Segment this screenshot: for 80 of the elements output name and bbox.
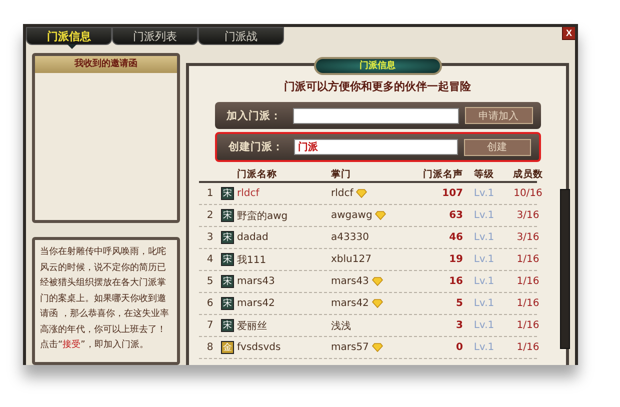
level-cell-text: Lv.1 [472, 210, 496, 221]
accept-link[interactable]: 接受 [62, 340, 81, 350]
reputation-cell-text: 63 [448, 210, 463, 221]
leader-name: mars42 [331, 298, 369, 309]
level-cell-text: Lv.1 [472, 320, 496, 331]
guild-name[interactable]: fvsdsvds [237, 342, 331, 353]
rank-cell-text: 2 [206, 210, 214, 221]
level-cell-text: Lv.1 [472, 232, 496, 243]
rank-cell-text: 6 [206, 298, 214, 309]
level-cell-text: Lv.1 [472, 342, 496, 353]
field-label: 加入门派： [226, 108, 282, 122]
guild-name[interactable]: mars42 [237, 298, 331, 309]
input-field[interactable] [292, 108, 459, 124]
rank-cell-text: 3 [206, 232, 214, 243]
level-cell-text: Lv.1 [472, 276, 496, 287]
leader-name: a43330 [331, 232, 369, 243]
column-header: 门派名称 [237, 168, 278, 180]
gem-icon [375, 211, 386, 220]
emblem-icon: 宋 [221, 209, 234, 222]
emblem-icon: 宋 [221, 319, 234, 332]
tab[interactable]: 门派战 [198, 27, 284, 45]
scrollbar[interactable] [560, 189, 570, 349]
column-header: 门派名声 [422, 168, 463, 180]
emblem-icon: 宋 [221, 187, 234, 200]
field-label: 创建门派： [228, 140, 284, 154]
guild-name[interactable]: 爱丽丝 [237, 318, 331, 332]
column-header: 掌门 [331, 168, 352, 180]
gem-icon [372, 277, 383, 286]
rank-cell-text: 1 [206, 188, 214, 199]
reputation-cell-text: 46 [448, 232, 463, 243]
action-button[interactable]: 申请加入 [464, 107, 532, 124]
emblem-icon: 宋 [221, 275, 234, 288]
tagline: 门派可以方便你和更多的伙伴一起冒险 [284, 79, 471, 94]
members-cell-text: 1/16 [516, 298, 540, 309]
emblem-icon: 宋 [221, 297, 234, 310]
members-cell-text: 10/16 [512, 188, 544, 199]
reputation-cell-text: 5 [455, 298, 463, 309]
rank-cell-text: 7 [206, 320, 214, 331]
emblem-icon: 宋 [221, 253, 234, 266]
input-field[interactable]: 门派 [294, 139, 458, 155]
guild-name[interactable]: 我111 [237, 252, 331, 266]
members-cell-text: 3/16 [516, 210, 540, 221]
members-cell-text: 3/16 [516, 232, 540, 243]
reputation-cell-text: 107 [441, 188, 463, 199]
gem-icon [356, 189, 368, 198]
tab[interactable]: 门派列表 [112, 27, 198, 45]
guild-name[interactable]: mars43 [237, 276, 331, 287]
guild-name[interactable]: 野蛮的awg [237, 208, 331, 222]
guild-name[interactable]: dadad [237, 232, 331, 243]
members-cell-text: 1/16 [516, 276, 540, 287]
notice-text: 当你在射雕传中呼风唤雨，叱咤风云的时候，说不定你的简历已经被猎头组织摆放在各大门派掌门的案桌上。如果哪天你收到邀请函 ，那么恭喜你，在这失业率高涨的年代，你可以上班去了！点击“接受”，即加入门派。 [39, 246, 170, 352]
leader-name: mars43 [331, 276, 369, 287]
members-cell-text: 1/16 [516, 320, 540, 331]
level-cell-text: Lv.1 [472, 298, 496, 309]
panel-badge: 门派信息 [314, 57, 442, 75]
rank-cell-text: 8 [206, 342, 214, 353]
leader-name: awgawg [331, 210, 372, 221]
reputation-cell-text: 3 [455, 320, 463, 331]
members-cell-text: 1/16 [516, 342, 540, 353]
panel-title: 我收到的邀请函 [35, 56, 177, 73]
leader-name: mars57 [331, 342, 369, 353]
column-header: 成员数 [512, 168, 544, 180]
rank-cell-text: 5 [206, 276, 214, 287]
members-cell-text: 1/16 [516, 254, 540, 265]
emblem-icon: 宋 [221, 231, 234, 244]
leader-name: xblu127 [331, 254, 372, 265]
gem-icon [372, 299, 383, 308]
emblem-icon: 金 [221, 341, 234, 354]
reputation-cell-text: 19 [448, 254, 463, 265]
guild-name[interactable]: rldcf [237, 188, 331, 199]
level-cell-text: Lv.1 [472, 188, 496, 199]
close-button[interactable]: X [562, 27, 575, 40]
level-cell-text: Lv.1 [472, 254, 496, 265]
reputation-cell-text: 16 [448, 276, 463, 287]
reputation-cell-text: 0 [455, 342, 463, 353]
gem-icon [372, 343, 383, 352]
column-header: 等级 [473, 168, 495, 180]
leader-name: rldcf [331, 188, 354, 199]
leader-name: 浅浅 [331, 320, 351, 332]
rank-cell-text: 4 [206, 254, 214, 265]
